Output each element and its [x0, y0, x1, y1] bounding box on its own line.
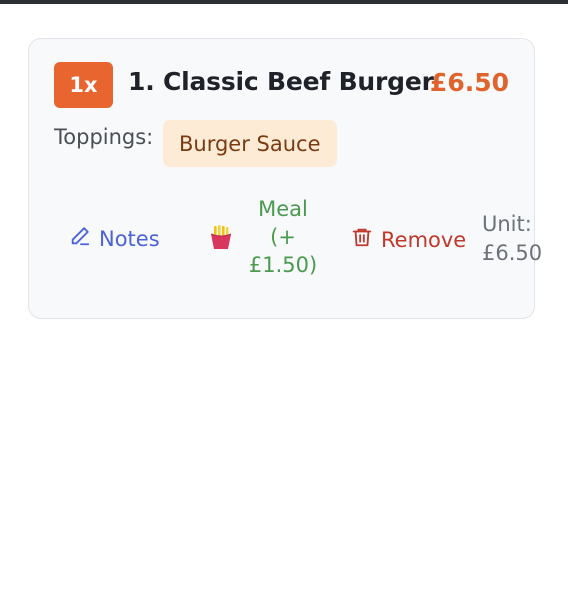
meal-label: Meal (+ £1.50)	[248, 197, 318, 277]
top-bar	[0, 0, 568, 4]
notes-label: Notes	[99, 226, 160, 251]
unit-label: Unit:	[482, 212, 532, 236]
item-name: 1. Classic Beef Burger	[128, 67, 434, 96]
meal-upgrade-button[interactable]: Meal (+ £1.50)	[209, 195, 323, 279]
remove-label: Remove	[381, 227, 467, 252]
toppings-label: Toppings:	[54, 125, 154, 149]
pencil-icon	[69, 225, 91, 252]
item-price: £6.50	[429, 68, 509, 97]
remove-button[interactable]: Remove	[351, 225, 466, 254]
unit-price-value: £6.50	[482, 241, 543, 265]
topping-chip: Burger Sauce	[163, 120, 337, 167]
quantity-badge: 1x	[54, 62, 113, 108]
fries-icon	[209, 224, 233, 250]
unit-price: Unit: £6.50	[482, 210, 542, 268]
trash-icon	[351, 225, 373, 254]
notes-button[interactable]: Notes	[69, 225, 160, 252]
cart-item-card: 1x 1. Classic Beef Burger £6.50 Toppings…	[28, 38, 542, 319]
